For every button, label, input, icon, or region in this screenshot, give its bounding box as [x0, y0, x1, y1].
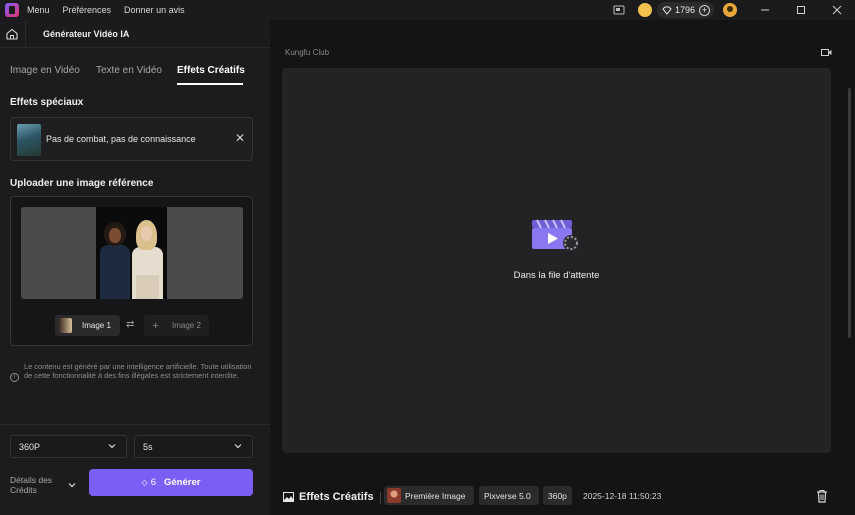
reference-image-preview [21, 207, 243, 299]
home-icon[interactable] [5, 27, 19, 41]
screen-record-icon[interactable] [612, 3, 626, 17]
left-panel: Image en Vidéo Texte en Vidéo Effets Cré… [0, 48, 270, 515]
task-timestamp: 2025-12-18 11:50:23 [583, 491, 662, 501]
mode-tabs: Image en Vidéo Texte en Vidéo Effets Cré… [0, 48, 270, 86]
generate-button[interactable]: ◇ 6 Générer [89, 469, 253, 496]
preview-canvas: Dans la file d'attente [282, 68, 831, 453]
settings-divider [0, 424, 270, 425]
queued-video-icon [532, 219, 579, 251]
credits-count: 1796 [674, 5, 695, 15]
info-icon: i [10, 373, 19, 382]
reference-photo [96, 207, 167, 299]
add-credits-icon[interactable]: + [699, 4, 710, 16]
generate-label: Générer [164, 477, 201, 488]
credits-balance[interactable]: 1796 + [656, 2, 714, 18]
task-title: Effets Créatifs [299, 491, 374, 503]
selected-effect-card[interactable]: Pas de combat, pas de connaissance ✕ [10, 117, 253, 161]
duration-select[interactable]: 5s [134, 435, 253, 458]
task-separator [380, 492, 381, 504]
task-info-bar: Effets Créatifs Première Image Pixverse … [270, 468, 855, 515]
source-image-thumbnail [387, 488, 401, 503]
image-1-slot[interactable]: Image 1 [55, 315, 120, 336]
model-pill: Pixverse 5.0 [479, 486, 539, 505]
source-image-label: Première Image [405, 490, 466, 501]
minimize-icon[interactable] [747, 0, 783, 20]
queue-status-text: Dans la file d'attente [513, 270, 600, 281]
tab-image-to-video[interactable]: Image en Vidéo [10, 65, 80, 76]
title-bar-controls: 1796 + [612, 0, 855, 20]
resolution-value: 360P [19, 441, 41, 452]
menu-item-menu[interactable]: Menu [27, 5, 50, 15]
title-bar: Menu Préférences Donner un avis 1796 + [0, 0, 855, 20]
project-name: Kungfu Club [285, 48, 330, 57]
source-image-pill: Première Image [384, 486, 474, 505]
task-resolution-label: 360p [548, 490, 567, 501]
reference-upload-area[interactable]: Image 1 ⇄ + Image 2 [10, 196, 253, 346]
image-1-label: Image 1 [82, 321, 111, 330]
effect-name: Pas de combat, pas de connaissance [46, 134, 196, 144]
resolution-pill: 360p [543, 486, 572, 505]
maximize-icon[interactable] [783, 0, 819, 20]
duration-value: 5s [143, 441, 153, 452]
chevron-down-icon [108, 444, 116, 449]
close-icon[interactable] [819, 0, 855, 20]
user-icon[interactable] [723, 3, 737, 17]
credits-details-link[interactable]: Détails des Crédits [10, 475, 65, 495]
disclaimer-text: Le contenu est généré par une intelligen… [24, 362, 252, 380]
app-logo [5, 3, 19, 17]
active-tab-indicator [177, 83, 243, 85]
effect-thumbnail [17, 124, 41, 156]
header-divider [25, 19, 26, 48]
model-label: Pixverse 5.0 [484, 490, 531, 501]
video-camera-icon[interactable] [821, 48, 832, 57]
coin-icon[interactable] [637, 3, 652, 17]
page-title: Générateur Vidéo IA [43, 28, 130, 39]
page-header: Générateur Vidéo IA [0, 19, 270, 48]
trash-icon[interactable] [816, 489, 828, 503]
image-icon [283, 492, 294, 502]
image-2-slot[interactable]: + Image 2 [144, 315, 209, 336]
effects-section-title: Effets spéciaux [10, 97, 84, 108]
menu-item-preferences[interactable]: Préférences [63, 5, 112, 15]
preview-area: Kungfu Club Dans la file d'attente Effet… [270, 48, 855, 515]
remove-effect-icon[interactable]: ✕ [235, 131, 245, 145]
generate-cost: 6 [150, 477, 156, 488]
tab-text-to-video[interactable]: Texte en Vidéo [96, 65, 162, 76]
swap-images-icon[interactable]: ⇄ [126, 319, 134, 330]
add-image-icon: + [152, 319, 159, 332]
tab-creative-effects[interactable]: Effets Créatifs [177, 65, 245, 76]
image-1-thumbnail [59, 318, 72, 333]
diamond-icon: ◇ [141, 478, 148, 487]
app-window: Menu Préférences Donner un avis 1796 + G… [0, 0, 855, 515]
upload-section-title: Uploader une image référence [10, 178, 154, 189]
chevron-down-icon[interactable] [67, 480, 77, 490]
resolution-select[interactable]: 360P [10, 435, 127, 458]
ai-disclaimer: i Le contenu est généré par une intellig… [10, 362, 260, 382]
menu-item-feedback[interactable]: Donner un avis [124, 5, 185, 15]
scrollbar[interactable] [848, 88, 851, 338]
chevron-down-icon [234, 444, 242, 449]
diamond-icon [662, 6, 672, 15]
image-2-label: Image 2 [172, 321, 201, 330]
